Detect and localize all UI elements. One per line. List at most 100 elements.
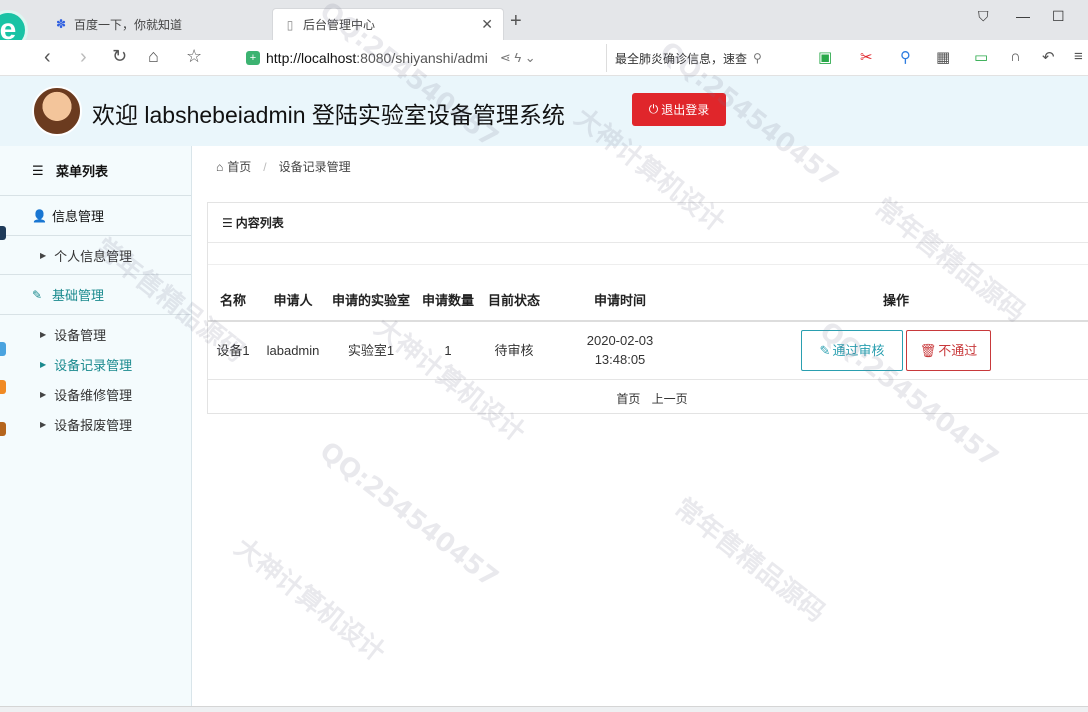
- cell-applicant: labadmin: [258, 321, 328, 380]
- sidebar-item-label: 个人信息管理: [54, 248, 133, 264]
- cell-name: 设备1: [208, 321, 258, 380]
- new-tab-icon[interactable]: +: [510, 10, 522, 33]
- approve-button[interactable]: ✎ 通过审核: [801, 329, 903, 371]
- breadcrumb-home[interactable]: 首页: [227, 158, 251, 175]
- sidebar-submenu-basic: ▶ 设备管理 ▶ 设备记录管理 ▶ 设备维修管理 ▶ 设备报废管理: [0, 315, 191, 443]
- edit-icon: ✎: [32, 287, 43, 302]
- pager-first-link[interactable]: 首页: [616, 392, 640, 406]
- edge-tab-icon: [0, 380, 6, 394]
- power-icon: ⏻: [648, 102, 659, 116]
- sidebar-item-equipment-scrap[interactable]: ▶ 设备报废管理: [0, 409, 191, 439]
- cell-lab: 实验室1: [328, 321, 414, 380]
- url-input[interactable]: + http://localhost:8080/shiyanshi/admi ⋖…: [238, 44, 594, 72]
- caret-right-icon: ▶: [40, 250, 47, 260]
- logout-label: 退出登录: [661, 103, 710, 117]
- sidebar: ☰ 菜单列表 👤 信息管理 ▶ 个人信息管理 ✎ 基础管理 ▶ 设备管理 ▶ 设…: [0, 146, 192, 706]
- panel-title: 内容列表: [235, 216, 284, 230]
- browser-tab-baidu[interactable]: ✽ 百度一下，你就知道: [44, 8, 270, 40]
- list-icon: ☰: [222, 215, 233, 230]
- column-header: 操作: [694, 265, 1088, 322]
- user-icon: 👤: [32, 208, 47, 223]
- tab-title: 百度一下，你就知道: [74, 17, 183, 32]
- star-icon[interactable]: ☆: [186, 46, 202, 67]
- breadcrumb: ⌂ 首页 / 设备记录管理: [216, 158, 351, 175]
- home-icon: ⌂: [216, 159, 224, 174]
- battery-icon[interactable]: ▭: [974, 48, 988, 66]
- records-table: 名称 申请人 申请的实验室 申请数量 目前状态 申请时间 操作 设备1 laba…: [208, 265, 1088, 380]
- menu-icon[interactable]: ≡: [1074, 48, 1083, 65]
- cell-actions: ✎ 通过审核 🗑 不通过: [694, 321, 1088, 380]
- browser-tab-admin[interactable]: ▯ 后台管理中心 ✕: [272, 8, 504, 40]
- page-icon: ▯: [286, 17, 294, 32]
- sidebar-submenu-info: ▶ 个人信息管理: [0, 236, 191, 275]
- search-icon[interactable]: ⚲: [753, 51, 762, 65]
- reload-icon[interactable]: ↻: [112, 46, 127, 67]
- close-tab-icon[interactable]: ✕: [481, 16, 493, 33]
- caret-right-icon: ▶: [40, 419, 47, 429]
- caret-right-icon: ▶: [40, 329, 47, 339]
- column-header: 申请的实验室: [328, 265, 414, 322]
- column-header: 申请数量: [414, 265, 482, 322]
- paw-icon: ✽: [55, 17, 67, 31]
- sidebar-group-basic[interactable]: ✎ 基础管理: [0, 275, 191, 315]
- edge-tab-icon: [0, 226, 6, 240]
- watermark: QQ:254540457: [313, 436, 504, 594]
- watermark: 常年售精品源码: [668, 492, 831, 629]
- undo-icon[interactable]: ↶: [1042, 48, 1055, 66]
- browser-status-bar: [0, 706, 1088, 712]
- cell-status: 待审核: [482, 321, 546, 380]
- sidebar-item-label: 设备报废管理: [54, 417, 133, 433]
- maximize-icon[interactable]: ☐: [1052, 8, 1065, 25]
- edge-tab-icon: [0, 342, 6, 356]
- sidebar-item-label: 设备维修管理: [54, 387, 133, 403]
- magnifier-icon[interactable]: ⚲: [900, 48, 911, 66]
- edit-icon: ✎: [819, 342, 831, 358]
- browser-tab-bar: e ✽ 百度一下，你就知道 ▯ 后台管理中心 ✕ + ⛉ — ☐: [0, 0, 1088, 50]
- time-text: 2020-02-03 13:48:05: [586, 333, 654, 368]
- trash-icon: 🗑: [919, 342, 937, 358]
- sidebar-heading: ☰ 菜单列表: [0, 146, 191, 196]
- breadcrumb-current: 设备记录管理: [278, 160, 351, 174]
- apps-icon[interactable]: ▦: [936, 48, 950, 66]
- home-icon[interactable]: ⌂: [148, 46, 159, 67]
- caret-right-icon: ▶: [40, 389, 47, 399]
- caret-right-icon: ▶: [40, 359, 47, 369]
- reject-button[interactable]: 🗑 不通过: [906, 329, 991, 371]
- forward-icon[interactable]: ›: [80, 46, 87, 69]
- minimize-icon[interactable]: —: [1016, 8, 1030, 24]
- column-header: 目前状态: [482, 265, 546, 322]
- url-path: :8080/shiyanshi/admi: [356, 50, 488, 66]
- sidebar-item-label: 设备管理: [54, 327, 107, 343]
- table-row: 设备1 labadmin 实验室1 1 待审核 2020-02-03 13:48…: [208, 321, 1088, 380]
- sidebar-item-equipment[interactable]: ▶ 设备管理: [0, 319, 191, 349]
- sidebar-heading-label: 菜单列表: [56, 164, 109, 179]
- pager-prev-link[interactable]: 上一页: [652, 392, 688, 406]
- page-header: 欢迎 labshebeiadmin 登陆实验室设备管理系统 ⏻ 退出登录: [0, 76, 1088, 146]
- sidebar-item-profile[interactable]: ▶ 个人信息管理: [0, 240, 191, 270]
- avatar: [32, 86, 82, 136]
- reject-label: 不通过: [938, 342, 978, 358]
- column-header: 申请时间: [546, 265, 694, 322]
- back-icon[interactable]: ‹: [44, 46, 51, 69]
- headphones-icon[interactable]: ∩: [1010, 48, 1021, 65]
- page-title: 欢迎 labshebeiadmin 登陆实验室设备管理系统: [92, 102, 565, 128]
- scissors-icon[interactable]: ✂: [860, 48, 873, 66]
- column-header: 名称: [208, 265, 258, 322]
- pagination: 首页 上一页: [208, 380, 1088, 407]
- translate-icon[interactable]: ▣: [818, 48, 832, 66]
- share-icon[interactable]: ⋖ ϟ ⌄: [500, 50, 536, 66]
- sidebar-item-equipment-repair[interactable]: ▶ 设备维修管理: [0, 379, 191, 409]
- secure-icon: +: [246, 51, 260, 65]
- sidebar-group-info[interactable]: 👤 信息管理: [0, 196, 191, 236]
- table-header-row: 名称 申请人 申请的实验室 申请数量 目前状态 申请时间 操作: [208, 265, 1088, 322]
- shirt-icon[interactable]: ⛉: [978, 8, 989, 25]
- sidebar-item-equipment-records[interactable]: ▶ 设备记录管理: [0, 349, 191, 379]
- sidebar-group-label: 信息管理: [52, 209, 105, 224]
- content-panel: ☰ 内容列表 名称 申请人 申请的实验室 申请数量 目前状态 申请时间 操作 设…: [207, 202, 1088, 414]
- search-input[interactable]: 最全肺炎确诊信息，速查 ⚲: [606, 44, 802, 72]
- panel-heading: ☰ 内容列表: [208, 203, 1088, 243]
- address-toolbar: ‹ › ↻ ⌂ ☆ + http://localhost:8080/shiyan…: [0, 40, 1088, 76]
- logout-button[interactable]: ⏻ 退出登录: [632, 93, 726, 126]
- breadcrumb-separator: /: [263, 159, 267, 174]
- sidebar-group-label: 基础管理: [52, 288, 105, 303]
